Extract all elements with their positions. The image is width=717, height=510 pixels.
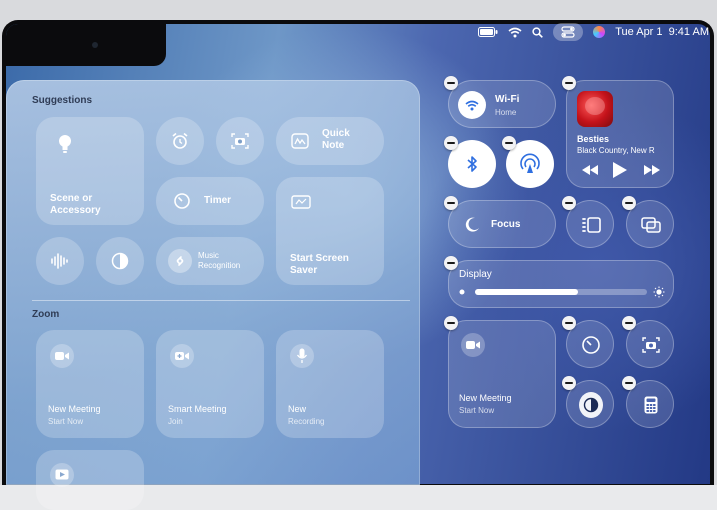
screenshot-camera-icon xyxy=(641,335,661,355)
camera-icon xyxy=(92,42,98,48)
camera-notch xyxy=(6,24,166,66)
play-icon[interactable] xyxy=(611,161,629,179)
timer-label: Timer xyxy=(204,195,232,206)
timer-icon xyxy=(580,334,602,356)
waveform-icon xyxy=(50,251,70,271)
screenshot-camera-icon xyxy=(230,131,250,151)
zoom-tile-title: Smart Meeting xyxy=(168,404,227,414)
video-camera-plus-icon xyxy=(170,344,194,368)
brightness-slider-fill xyxy=(475,289,578,295)
wifi-network-name: Home xyxy=(495,108,517,117)
remove-screen-mirroring-button[interactable] xyxy=(622,196,636,210)
menu-bar: Tue Apr 1 9:41 AM xyxy=(478,22,709,42)
dark-mode-icon xyxy=(579,392,603,418)
remove-now-playing-button[interactable] xyxy=(562,76,576,90)
screen-mirroring-icon xyxy=(640,215,662,235)
previous-track-icon[interactable] xyxy=(581,163,599,177)
now-playing-title: Besties xyxy=(577,134,610,144)
start-screen-saver-tile[interactable]: Start Screen Saver xyxy=(276,177,384,285)
remove-new-meeting-button[interactable] xyxy=(444,316,458,330)
zoom-new-recording-tile[interactable]: New Recording xyxy=(276,330,384,438)
bluetooth-icon xyxy=(462,152,482,176)
zoom-tile-subtitle: Join xyxy=(168,417,183,426)
wifi-label: Wi-Fi xyxy=(495,94,520,105)
start-screen-saver-label: Start Screen Saver xyxy=(290,253,349,276)
timer-tile[interactable]: Timer xyxy=(156,177,264,225)
remove-calculator-button[interactable] xyxy=(622,376,636,390)
remove-airdrop-button[interactable] xyxy=(502,136,516,150)
share-screen-icon xyxy=(50,463,74,487)
now-playing-artist: Black Country, New R xyxy=(577,146,655,155)
search-icon[interactable] xyxy=(532,24,544,40)
remove-focus-button[interactable] xyxy=(444,196,458,210)
zoom-tile-title: New xyxy=(288,404,307,414)
brightness-low-icon xyxy=(457,287,467,297)
scene-accessory-label: Scene or Accessory xyxy=(50,193,101,216)
siri-icon[interactable] xyxy=(593,26,606,38)
scene-accessory-tile[interactable]: Scene or Accessory xyxy=(36,117,144,225)
now-playing-tile[interactable]: Besties Black Country, New R xyxy=(566,80,674,188)
zoom-heading: Zoom xyxy=(32,309,60,320)
airdrop-icon xyxy=(518,152,542,176)
battery-icon[interactable] xyxy=(478,24,498,40)
lightbulb-icon xyxy=(54,133,76,155)
zoom-share-tile[interactable] xyxy=(36,450,144,510)
focus-tile[interactable]: Focus xyxy=(448,200,556,248)
video-camera-icon xyxy=(461,333,485,357)
control-center-menu-icon[interactable] xyxy=(553,23,584,41)
section-divider xyxy=(32,300,410,301)
menubar-datetime[interactable]: Tue Apr 1 9:41 AM xyxy=(615,26,709,38)
calculator-icon xyxy=(641,393,661,417)
wifi-toggle-icon[interactable] xyxy=(458,91,486,119)
control-center: Wi-Fi Home Besties Black Country, New R xyxy=(438,70,708,450)
wifi-tile[interactable]: Wi-Fi Home xyxy=(448,80,556,128)
remove-display-button[interactable] xyxy=(444,256,458,270)
album-artwork xyxy=(577,91,613,127)
zoom-tile-subtitle: Start Now xyxy=(48,417,84,426)
music-recognition-tile[interactable]: Music Recognition xyxy=(156,237,264,285)
cc-meeting-title: New Meeting xyxy=(459,393,512,403)
alarm-tile[interactable] xyxy=(156,117,204,165)
cc-new-meeting-tile[interactable]: New Meeting Start Now xyxy=(448,320,556,428)
timer-icon xyxy=(172,191,192,211)
remove-bluetooth-button[interactable] xyxy=(444,136,458,150)
remove-timer-button[interactable] xyxy=(562,316,576,330)
video-camera-icon xyxy=(50,344,74,368)
quick-note-tile[interactable]: Quick Note xyxy=(276,117,384,165)
quick-note-icon xyxy=(290,131,310,151)
remove-dark-mode-button[interactable] xyxy=(562,376,576,390)
dark-mode-icon xyxy=(110,251,130,271)
microphone-icon xyxy=(290,344,314,368)
quick-note-label: Quick Note xyxy=(322,128,350,151)
remove-screenshot-button[interactable] xyxy=(622,316,636,330)
music-recognition-label: Music Recognition xyxy=(198,251,241,270)
stage-manager-icon xyxy=(580,215,602,235)
suggestions-heading: Suggestions xyxy=(32,95,93,106)
screenshot-tile[interactable] xyxy=(216,117,264,165)
zoom-smart-meeting-tile[interactable]: Smart Meeting Join xyxy=(156,330,264,438)
cc-meeting-subtitle: Start Now xyxy=(459,406,495,415)
display-tile[interactable]: Display xyxy=(448,260,674,308)
remove-stage-manager-button[interactable] xyxy=(562,196,576,210)
dark-mode-tile[interactable] xyxy=(96,237,144,285)
sound-recognition-tile[interactable] xyxy=(36,237,84,285)
alarm-clock-icon xyxy=(170,131,190,151)
brightness-high-icon xyxy=(652,285,666,299)
moon-icon xyxy=(461,214,483,236)
controls-gallery-panel: Suggestions Scene or Accessory Quick Not… xyxy=(6,80,420,510)
wifi-icon[interactable] xyxy=(508,24,522,40)
remove-wifi-button[interactable] xyxy=(444,76,458,90)
screen-saver-icon xyxy=(290,193,312,213)
next-track-icon[interactable] xyxy=(643,163,661,177)
shazam-icon xyxy=(168,249,192,273)
zoom-new-meeting-tile[interactable]: New Meeting Start Now xyxy=(36,330,144,438)
focus-label: Focus xyxy=(491,219,521,230)
zoom-tile-subtitle: Recording xyxy=(288,417,325,426)
display-label: Display xyxy=(459,269,492,280)
zoom-tile-title: New Meeting xyxy=(48,404,101,414)
